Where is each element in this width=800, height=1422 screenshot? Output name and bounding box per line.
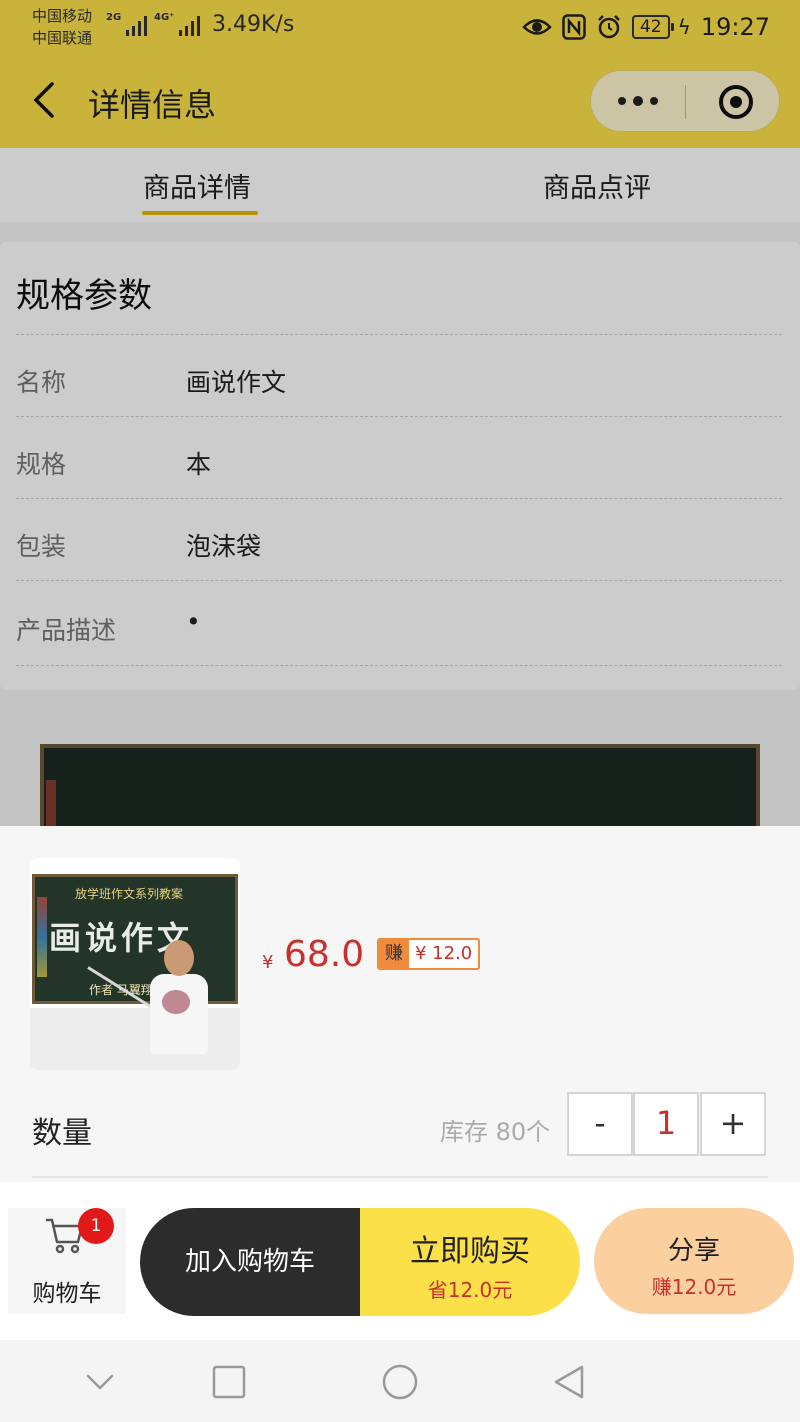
- quantity-label: 数量: [32, 1116, 92, 1151]
- quantity-increment-button[interactable]: +: [700, 1092, 766, 1156]
- system-nav-bar: [0, 1340, 800, 1422]
- share-button[interactable]: 分享 赚12.0元: [594, 1208, 794, 1314]
- cart-label: 购物车: [32, 1281, 102, 1307]
- share-label: 分享: [667, 1236, 720, 1266]
- divider: [32, 1176, 768, 1178]
- price: 68.0: [284, 934, 365, 975]
- home-circle-icon[interactable]: [380, 1362, 420, 1402]
- earn-amount: ¥ 12.0: [415, 943, 473, 964]
- buy-save-label: 省12.0元: [427, 1278, 513, 1302]
- action-bar: 1 购物车 加入购物车 立即购买 省12.0元 分享 赚12.0元: [0, 1182, 800, 1340]
- earn-badge: 赚 ¥ 12.0: [377, 938, 481, 970]
- back-triangle-icon[interactable]: [550, 1362, 590, 1402]
- add-to-cart-button[interactable]: 加入购物车: [140, 1208, 360, 1316]
- cart-button[interactable]: 1 购物车: [8, 1208, 126, 1314]
- buy-now-label: 立即购买: [410, 1234, 530, 1269]
- recents-square-icon[interactable]: [209, 1362, 249, 1402]
- collapse-chevron-icon[interactable]: [80, 1362, 120, 1402]
- currency-symbol: ¥: [262, 952, 274, 973]
- buy-now-button[interactable]: 立即购买 省12.0元: [360, 1208, 580, 1316]
- earn-tag: 赚: [379, 940, 409, 968]
- quantity-decrement-button[interactable]: -: [567, 1092, 633, 1156]
- board-subtitle: 放学班作文系列教案: [75, 887, 184, 901]
- share-earn-label: 赚12.0元: [651, 1275, 737, 1299]
- product-thumbnail: 放学班作文系列教案 画说作文 作者 马翼翔: [30, 858, 240, 1070]
- cart-count-badge: 1: [78, 1208, 114, 1244]
- stock-count: 库存 80个: [440, 1118, 551, 1146]
- quantity-input[interactable]: 1: [633, 1092, 699, 1156]
- person-figure: [150, 974, 208, 1054]
